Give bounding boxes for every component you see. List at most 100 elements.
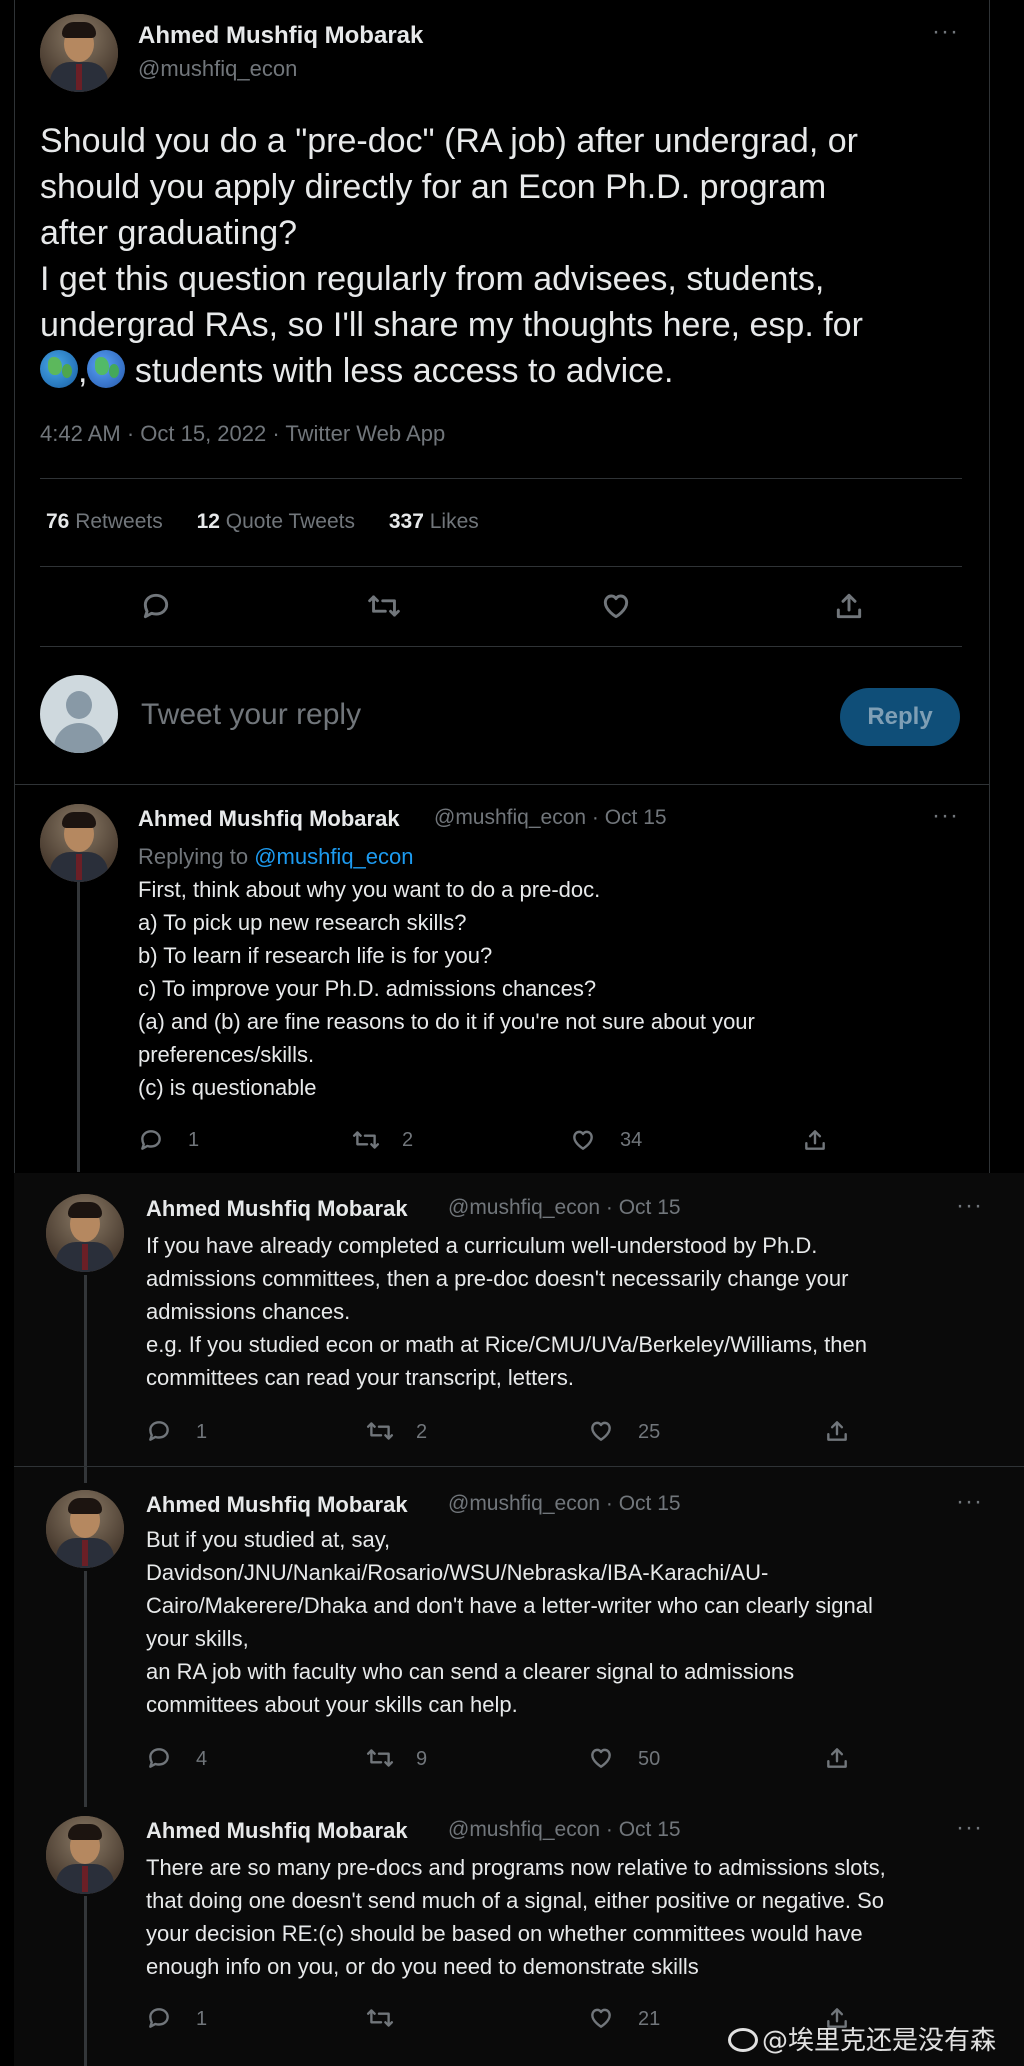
reply-line: your decision RE:(c) should be based on … [146, 1921, 863, 1946]
like-icon[interactable] [588, 2005, 614, 2031]
more-options-icon[interactable]: ··· [932, 802, 959, 830]
avatar[interactable] [46, 1194, 124, 1272]
tweet-line: after graduating? [40, 214, 298, 252]
author-handle-date[interactable]: @mushfiq_econ · Oct 15 [448, 1492, 681, 1516]
author-handle-date[interactable]: @mushfiq_econ · Oct 15 [448, 1196, 681, 1220]
author-name[interactable]: Ahmed Mushfiq Mobarak [138, 806, 400, 832]
reply-line: But if you studied at, say, [146, 1527, 391, 1552]
reply-icon[interactable] [138, 1127, 164, 1153]
likes-stat[interactable]: 337 Likes [389, 510, 479, 533]
tweet-line: should you apply directly for an Econ Ph… [40, 168, 827, 206]
retweet-icon[interactable] [367, 590, 401, 622]
share-icon[interactable] [802, 1127, 828, 1153]
divider [40, 478, 962, 479]
reply-count: 4 [196, 1748, 208, 1770]
globe-africa-icon [40, 350, 78, 388]
like-icon[interactable] [570, 1127, 596, 1153]
weibo-watermark: @埃里克还是没有森 [728, 2020, 996, 2057]
reply-icon[interactable] [140, 590, 172, 622]
share-icon[interactable] [824, 1418, 850, 1444]
current-user-avatar [40, 675, 118, 753]
quote-tweets-stat[interactable]: 12 Quote Tweets [197, 510, 355, 533]
retweet-count: 9 [416, 1748, 428, 1770]
reply-line: b) To learn if research life is for you? [138, 943, 493, 968]
retweet-icon[interactable] [366, 1745, 394, 1771]
replying-to: Replying to @mushfiq_econ [138, 844, 414, 869]
divider [40, 646, 962, 647]
more-options-icon[interactable]: ··· [956, 1814, 983, 1842]
reply-input[interactable]: Tweet your reply [141, 698, 361, 732]
reply-line: (c) is questionable [138, 1075, 317, 1100]
like-icon[interactable] [588, 1745, 614, 1771]
reply-line: that doing one doesn't send much of a si… [146, 1888, 885, 1913]
reply-text: There are so many pre-docs and programs … [146, 1851, 1006, 1983]
reply-line: admissions committees, then a pre-doc do… [146, 1266, 849, 1291]
reply-text: If you have already completed a curricul… [146, 1229, 996, 1394]
reply-line: Davidson/JNU/Nankai/Rosario/WSU/Nebraska… [146, 1560, 769, 1585]
weibo-logo-icon [728, 2028, 758, 2052]
replying-to-link[interactable]: @mushfiq_econ [254, 844, 413, 869]
retweet-count: 2 [402, 1129, 414, 1151]
thread-line [77, 882, 80, 1172]
globe-asia-icon [87, 350, 126, 388]
like-count: 21 [638, 2008, 661, 2030]
retweet-icon[interactable] [366, 1418, 394, 1444]
avatar[interactable] [46, 1816, 124, 1894]
reply-line: If you have already completed a curricul… [146, 1233, 818, 1258]
author-name[interactable]: Ahmed Mushfiq Mobarak [146, 1818, 408, 1844]
retweet-count: 2 [416, 1421, 428, 1443]
avatar[interactable] [40, 804, 118, 882]
more-options-icon[interactable]: ··· [932, 18, 959, 46]
thread-line [84, 1571, 87, 1807]
divider [14, 1466, 1024, 1467]
reply-icon[interactable] [146, 1745, 172, 1771]
like-count: 34 [620, 1129, 643, 1151]
reply-line: enough info on you, or do you need to de… [146, 1954, 699, 1979]
tweet-text: Should you do a "pre-doc" (RA job) after… [40, 118, 980, 394]
reply-line: an RA job with faculty who can send a cl… [146, 1659, 795, 1684]
author-handle-date[interactable]: @mushfiq_econ · Oct 15 [448, 1818, 681, 1842]
author-name[interactable]: Ahmed Mushfiq Mobarak [138, 22, 423, 50]
avatar[interactable] [46, 1490, 124, 1568]
author-name[interactable]: Ahmed Mushfiq Mobarak [146, 1492, 408, 1518]
share-icon[interactable] [824, 1745, 850, 1771]
retweet-icon[interactable] [352, 1127, 380, 1153]
like-count: 50 [638, 1748, 661, 1770]
divider [14, 784, 990, 785]
more-options-icon[interactable]: ··· [956, 1192, 983, 1220]
reply-line: your skills, [146, 1626, 249, 1651]
reply-text: Replying to @mushfiq_econ First, think a… [138, 840, 958, 1104]
retweet-icon[interactable] [366, 2005, 394, 2031]
reply-line: (a) and (b) are fine reasons to do it if… [138, 1009, 755, 1034]
engagement-stats: 76 Retweets 12 Quote Tweets 337 Likes [46, 510, 479, 534]
author-handle-date[interactable]: @mushfiq_econ · Oct 15 [434, 806, 667, 830]
reply-line: e.g. If you studied econ or math at Rice… [146, 1332, 867, 1357]
like-icon[interactable] [588, 1418, 614, 1444]
reply-icon[interactable] [146, 1418, 172, 1444]
like-icon[interactable] [600, 590, 632, 622]
reply-icon[interactable] [146, 2005, 172, 2031]
reply-line: There are so many pre-docs and programs … [146, 1855, 886, 1880]
more-options-icon[interactable]: ··· [956, 1488, 983, 1516]
avatar[interactable] [40, 14, 118, 92]
reply-line: Cairo/Makerere/Dhaka and don't have a le… [146, 1593, 873, 1618]
retweets-stat[interactable]: 76 Retweets [46, 510, 163, 533]
reply-button[interactable]: Reply [840, 688, 960, 746]
divider [40, 566, 962, 567]
tweet-timestamp[interactable]: 4:42 AM · Oct 15, 2022 · Twitter Web App [40, 421, 445, 447]
reply-line: preferences/skills. [138, 1042, 315, 1067]
reply-line: committees about your skills can help. [146, 1692, 518, 1717]
reply-line: admissions chances. [146, 1299, 351, 1324]
share-icon[interactable] [833, 590, 865, 622]
tweet-line: Should you do a "pre-doc" (RA job) after… [40, 122, 858, 160]
thread-line [84, 1896, 87, 2066]
author-name[interactable]: Ahmed Mushfiq Mobarak [146, 1196, 408, 1222]
tweet-line: undergrad RAs, so I'll share my thoughts… [40, 306, 863, 344]
reply-count: 1 [196, 1421, 208, 1443]
emoji-separator: , [78, 352, 88, 390]
author-handle[interactable]: @mushfiq_econ [138, 56, 297, 82]
tweet-line: , students with less access to advice. [40, 348, 980, 394]
tweet-line: I get this question regularly from advis… [40, 260, 825, 298]
reply-line: committees can read your transcript, let… [146, 1365, 574, 1390]
reply-count: 1 [196, 2008, 208, 2030]
